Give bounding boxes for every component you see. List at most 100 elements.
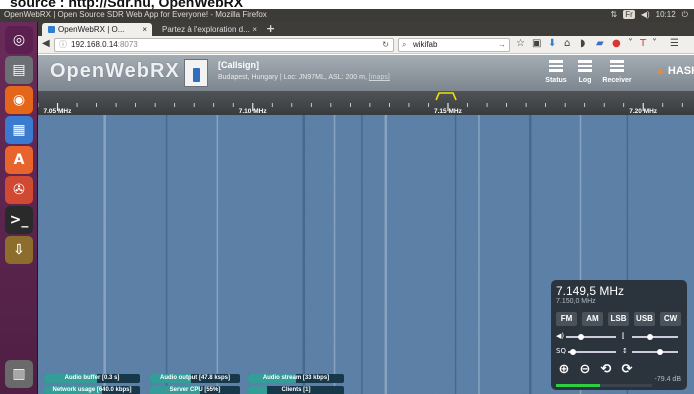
volume-slider-handle[interactable] [578,334,584,340]
scale-label: 7.05 MHz [44,108,73,115]
openwebrx-favicon-icon [48,26,55,33]
signal-line [454,115,457,394]
sponsor-logo: ▲HASKFU [655,65,694,77]
page-caption: source : http://Sdr.hu, OpenWebRX [0,0,694,9]
installer-icon[interactable]: ⇩ [5,236,33,264]
clock[interactable]: 10:12 [656,10,676,19]
progress-label: Audio buffer [0.3 s] [64,375,120,381]
bookmark-star-icon[interactable]: ☆ [516,38,525,49]
tab-openwebrx[interactable]: OpenWebRX | O... × [42,23,152,36]
site-info-icon[interactable]: ⓘ [59,39,67,51]
signal-line [478,115,480,394]
nr-slider[interactable] [632,336,678,338]
power-icon[interactable]: ⏻ [682,10,688,19]
dropdown-icon[interactable]: ˅ [652,38,657,49]
translate-icon[interactable]: T [640,38,646,49]
mode-am-button[interactable]: AM [582,312,603,326]
receiver-icon [610,60,624,72]
receiver-avatar [184,59,208,87]
scale-label: 7.15 MHz [434,108,463,115]
software-center-icon[interactable]: A [5,146,33,174]
files-icon[interactable]: ▤ [5,56,33,84]
tab-partez[interactable]: Partez à l'exploration d... × [156,23,262,36]
scale-label: 7.10 MHz [239,108,268,115]
progress-bar: Audio stream [33 kbps] [248,374,344,383]
caption-text: source : http://Sdr.hu, OpenWebRX [10,0,244,9]
tab-label: OpenWebRX | O... [58,25,125,34]
progress-bar: Audio buffer [0.3 s] [44,374,140,383]
firefox-icon[interactable]: ◉ [5,86,33,114]
status-button[interactable]: Status [541,60,571,84]
status-label: Status [545,77,567,84]
zoom-out-button[interactable]: ⊖ [576,362,594,378]
zoom-in-button[interactable]: ⊕ [555,362,573,378]
progress-label: Audio stream [33 kbps] [262,375,330,381]
tab-label: Partez à l'exploration d... [162,25,250,34]
nr-slider-handle[interactable] [647,334,654,340]
log-icon [578,60,592,72]
back-button[interactable]: ◀ [42,38,50,49]
agc-slider[interactable] [632,351,678,353]
frequency-scale-svg[interactable]: 7.05 MHz 7.10 MHz 7.15 MHz 7.20 MHz [38,91,694,115]
progress-label: Network usage [640.0 kbps] [52,387,132,393]
sub-frequency: 7.150,0 MHz [556,298,596,305]
progress-label: Server CPU [55%] [169,387,221,393]
mode-cw-button[interactable]: CW [660,312,681,326]
mode-fm-button[interactable]: FM [556,312,577,326]
search-go-icon[interactable]: → [498,39,506,51]
receiver-button[interactable]: Receiver [598,60,636,84]
mode-lsb-button[interactable]: LSB [608,312,629,326]
zoom-full-button[interactable]: ⟳ [618,362,636,378]
frequency-scale[interactable]: 7.05 MHz 7.10 MHz 7.15 MHz 7.20 MHz [38,91,694,115]
tuned-frequency[interactable]: 7.149,5 MHz [556,284,624,298]
squelch-slider-handle[interactable] [569,349,576,355]
pocket-icon[interactable]: ◗ [580,38,585,49]
tab-close-icon[interactable]: × [142,23,147,36]
ubuntu-dash-icon[interactable]: ◎ [5,26,33,54]
extension-icon[interactable]: ▰ [596,38,604,49]
signal-line [165,115,168,394]
receiver-label: Receiver [602,77,632,84]
menu-icon[interactable]: ☰ [670,38,679,49]
window-title: OpenWebRX | Open Source SDR Web App for … [4,10,267,19]
location-text: Budapest, Hungary | Loc: JN97ML, ASL: 20… [218,74,367,81]
adblock-icon[interactable]: ● [612,38,621,49]
search-icon: ⌕ [402,40,407,49]
volume-icon[interactable]: ◀) [641,10,650,19]
volume-icon: ◀) [556,332,565,340]
network-icon[interactable]: ⇅ [611,10,618,19]
reload-icon[interactable]: ↻ [382,39,389,51]
home-icon[interactable]: ⌂ [564,38,570,49]
settings-icon[interactable]: ✇ [5,176,33,204]
new-tab-button[interactable]: + [266,22,275,35]
sponsor-text: HASKFU [667,65,694,77]
volume-slider[interactable] [566,336,616,338]
progress-bar: Audio output [47.8 ksps] [150,374,240,383]
tuner-panel: 7.149,5 MHz 7.150,0 MHz FM AM LSB USB CW… [551,280,687,390]
mode-usb-button[interactable]: USB [634,312,655,326]
callsign: [Callsign] [218,60,260,70]
db-readout: -79.4 dB [654,376,681,383]
tab-close-icon[interactable]: × [252,23,257,36]
trash-icon[interactable]: ▥ [5,360,33,388]
search-value: wikifab [413,40,438,49]
browser-tab-bar: OpenWebRX | O... × Partez à l'exploratio… [38,22,694,36]
s-meter-bar [556,384,601,387]
log-button[interactable]: Log [570,60,600,84]
dropdown-icon[interactable]: ˅ [628,38,633,49]
agc-slider-handle[interactable] [656,349,663,355]
os-top-bar: OpenWebRX | Open Source SDR Web App for … [0,9,694,22]
reading-list-icon[interactable]: ▣ [532,38,541,49]
maps-link[interactable]: [maps] [369,74,390,81]
terminal-icon[interactable]: >_ [5,206,33,234]
url-bar[interactable]: ⓘ 192.168.0.14:8073 ↻ [54,38,394,52]
volume-row: ◀) ⫿ [556,332,682,342]
progress-label: Clients [1] [281,387,311,393]
writer-icon[interactable]: ▦ [5,116,33,144]
nr-icon: ⫿ [622,332,625,340]
search-input[interactable]: ⌕ wikifab → [398,38,510,52]
zoom-reset-button[interactable]: ⟲ [597,362,615,378]
downloads-icon[interactable]: ⬇ [548,38,556,49]
keyboard-layout-indicator[interactable]: Fr [623,10,635,19]
signal-line [384,115,388,394]
